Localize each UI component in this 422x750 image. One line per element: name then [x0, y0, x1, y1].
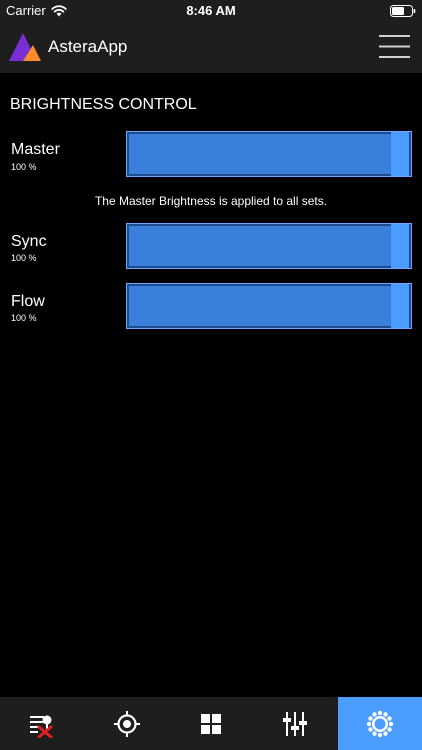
brightness-sun-icon	[366, 710, 394, 737]
sun-ray	[383, 730, 388, 736]
sync-slider-fill	[129, 226, 391, 266]
sync-brightness-slider[interactable]	[126, 223, 412, 269]
app-logo-icon	[9, 33, 41, 61]
sun-ray	[372, 711, 377, 717]
sun-ray	[377, 732, 383, 737]
sun-ray	[387, 726, 392, 732]
master-label: Master	[11, 141, 60, 158]
master-slider-fill	[129, 134, 391, 174]
sun-ray	[377, 710, 383, 715]
status-time: 8:46 AM	[186, 3, 236, 18]
master-slider-thumb[interactable]	[391, 132, 409, 176]
sun-ray	[383, 711, 388, 717]
master-note: The Master Brightness is applied to all …	[94, 194, 328, 208]
sync-value: 100 %	[11, 253, 37, 263]
tab-bar	[0, 697, 422, 750]
page-title: BRIGHTNESS CONTROL	[10, 96, 197, 113]
flow-value: 100 %	[11, 313, 37, 323]
lamp-list-remove-icon	[30, 715, 53, 738]
sync-slider-thumb[interactable]	[391, 224, 409, 268]
sun-ray	[388, 721, 394, 726]
master-value: 100 %	[11, 162, 37, 172]
sync-label: Sync	[11, 233, 47, 250]
status-bar: Carrier 8:46 AM	[0, 0, 422, 22]
flow-label: Flow	[11, 293, 45, 310]
flow-slider-fill	[129, 286, 391, 326]
sun-ray	[368, 715, 373, 721]
flow-brightness-slider[interactable]	[126, 283, 412, 329]
tab-mixer[interactable]	[253, 697, 337, 750]
master-brightness-slider[interactable]	[126, 131, 412, 177]
nav-bar: AsteraApp	[0, 22, 422, 73]
tab-target[interactable]	[84, 697, 168, 750]
grid-icon	[201, 713, 222, 734]
sun-ray	[366, 721, 372, 726]
flow-slider-thumb[interactable]	[391, 284, 409, 328]
app-title: AsteraApp	[48, 37, 128, 56]
tab-brightness[interactable]	[337, 697, 422, 750]
sun-ray	[387, 715, 392, 721]
target-icon	[113, 710, 140, 737]
battery-icon	[390, 5, 416, 17]
tab-lamps[interactable]	[0, 697, 84, 750]
sun-ray	[368, 726, 373, 732]
tab-grid[interactable]	[169, 697, 253, 750]
hamburger-menu-icon[interactable]	[379, 34, 410, 59]
sun-ray	[372, 730, 377, 736]
mixer-sliders-icon	[283, 711, 308, 736]
